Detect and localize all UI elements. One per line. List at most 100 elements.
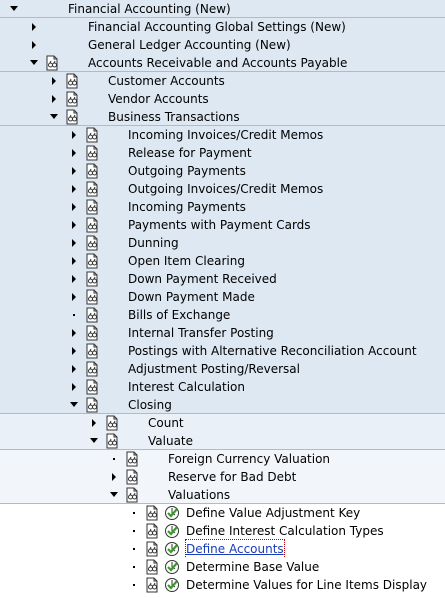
tree-node-label[interactable]: Incoming Payments [128,198,246,216]
tree-node[interactable]: Release for Payment [0,144,445,162]
tree-node[interactable]: Foreign Currency Valuation [0,450,445,468]
tree-node-label[interactable]: Count [148,414,184,432]
triangle-right-icon[interactable] [69,144,79,162]
triangle-right-icon[interactable] [69,288,79,306]
tree-node-label[interactable]: Outgoing Invoices/Credit Memos [128,180,323,198]
tree-node-label[interactable]: Define Accounts [185,539,285,559]
tree-node-label[interactable]: Open Item Clearing [128,252,245,270]
triangle-down-icon[interactable] [29,54,39,72]
tree-node-label[interactable]: Vendor Accounts [108,90,209,108]
triangle-right-icon[interactable] [29,36,39,54]
tree-node-label[interactable]: Release for Payment [128,144,252,162]
tree-node[interactable]: Postings with Alternative Reconciliation… [0,342,445,360]
documentation-icon[interactable] [144,523,160,539]
tree-node-label[interactable]: Down Payment Made [128,288,255,306]
documentation-icon[interactable] [84,379,100,395]
triangle-right-icon[interactable] [69,342,79,360]
tree-node-label[interactable]: Reserve for Bad Debt [168,468,296,486]
triangle-right-icon[interactable] [69,324,79,342]
documentation-icon[interactable] [84,181,100,197]
tree-node[interactable]: Bills of Exchange [0,306,445,324]
tree-node-label[interactable]: Interest Calculation [128,378,245,396]
tree-node[interactable]: Vendor Accounts [0,90,445,108]
triangle-right-icon[interactable] [69,234,79,252]
documentation-icon[interactable] [104,415,120,431]
tree-node-label[interactable]: Financial Accounting Global Settings (Ne… [88,18,346,36]
triangle-down-icon[interactable] [49,108,59,126]
execute-activity-icon[interactable] [164,577,180,593]
tree-node[interactable]: Interest Calculation [0,378,445,396]
tree-node-label[interactable]: Define Value Adjustment Key [186,504,360,522]
triangle-right-icon[interactable] [89,414,99,432]
tree-node-label[interactable]: Valuate [148,432,193,450]
tree-node[interactable]: Internal Transfer Posting [0,324,445,342]
tree-node-label[interactable]: Adjustment Posting/Reversal [128,360,300,378]
documentation-icon[interactable] [64,91,80,107]
triangle-down-icon[interactable] [89,432,99,450]
tree-node[interactable]: Valuations [0,486,445,504]
tree-node[interactable]: Business Transactions [0,108,445,126]
tree-node-label[interactable]: Determine Values for Line Items Display [186,576,427,594]
documentation-icon[interactable] [64,73,80,89]
documentation-icon[interactable] [104,433,120,449]
documentation-icon[interactable] [144,559,160,575]
tree-node-label[interactable]: Dunning [128,234,179,252]
tree-node[interactable]: Define Value Adjustment Key [0,504,445,522]
documentation-icon[interactable] [64,109,80,125]
tree-node[interactable]: Determine Base Value [0,558,445,576]
tree-node[interactable]: Accounts Receivable and Accounts Payable [0,54,445,72]
tree-node[interactable]: Reserve for Bad Debt [0,468,445,486]
documentation-icon[interactable] [144,577,160,593]
triangle-right-icon[interactable] [69,378,79,396]
triangle-right-icon[interactable] [69,180,79,198]
tree-node[interactable]: Adjustment Posting/Reversal [0,360,445,378]
tree-node[interactable]: Dunning [0,234,445,252]
triangle-right-icon[interactable] [69,360,79,378]
documentation-icon[interactable] [144,541,160,557]
tree-node[interactable]: Financial Accounting Global Settings (Ne… [0,18,445,36]
execute-activity-icon[interactable] [164,505,180,521]
documentation-icon[interactable] [84,235,100,251]
tree-node[interactable]: Outgoing Invoices/Credit Memos [0,180,445,198]
documentation-icon[interactable] [84,163,100,179]
documentation-icon[interactable] [84,325,100,341]
documentation-icon[interactable] [44,55,60,71]
triangle-down-icon[interactable] [9,0,19,18]
tree-node[interactable]: Payments with Payment Cards [0,216,445,234]
tree-node[interactable]: Closing [0,396,445,414]
documentation-icon[interactable] [84,253,100,269]
tree-node-label[interactable]: Accounts Receivable and Accounts Payable [88,54,347,72]
tree-node-label[interactable]: Bills of Exchange [128,306,230,324]
triangle-right-icon[interactable] [49,72,59,90]
tree-node-label[interactable]: Foreign Currency Valuation [168,450,330,468]
tree-node-label[interactable]: General Ledger Accounting (New) [88,36,291,54]
triangle-down-icon[interactable] [109,486,119,504]
tree-node[interactable]: Define Interest Calculation Types [0,522,445,540]
tree-node[interactable]: Down Payment Made [0,288,445,306]
documentation-icon[interactable] [124,469,140,485]
documentation-icon[interactable] [84,307,100,323]
tree-node-label[interactable]: Outgoing Payments [128,162,246,180]
tree-node-label[interactable]: Incoming Invoices/Credit Memos [128,126,323,144]
triangle-right-icon[interactable] [49,90,59,108]
tree-node-label[interactable]: Business Transactions [108,108,240,126]
triangle-right-icon[interactable] [69,270,79,288]
triangle-right-icon[interactable] [29,18,39,36]
tree-node[interactable]: Incoming Payments [0,198,445,216]
documentation-icon[interactable] [84,397,100,413]
triangle-right-icon[interactable] [69,126,79,144]
tree-node-label[interactable]: Define Interest Calculation Types [186,522,384,540]
documentation-icon[interactable] [84,127,100,143]
triangle-right-icon[interactable] [69,216,79,234]
tree-node-label[interactable]: Payments with Payment Cards [128,216,311,234]
execute-activity-icon[interactable] [164,541,180,557]
tree-node[interactable]: General Ledger Accounting (New) [0,36,445,54]
tree-node[interactable]: Count [0,414,445,432]
documentation-icon[interactable] [84,145,100,161]
tree-node[interactable]: Determine Values for Line Items Display [0,576,445,594]
tree-node[interactable]: Financial Accounting (New) [0,0,445,18]
tree-node[interactable]: Define Accounts [0,539,445,559]
triangle-right-icon[interactable] [69,162,79,180]
tree-node[interactable]: Valuate [0,432,445,450]
documentation-icon[interactable] [84,199,100,215]
